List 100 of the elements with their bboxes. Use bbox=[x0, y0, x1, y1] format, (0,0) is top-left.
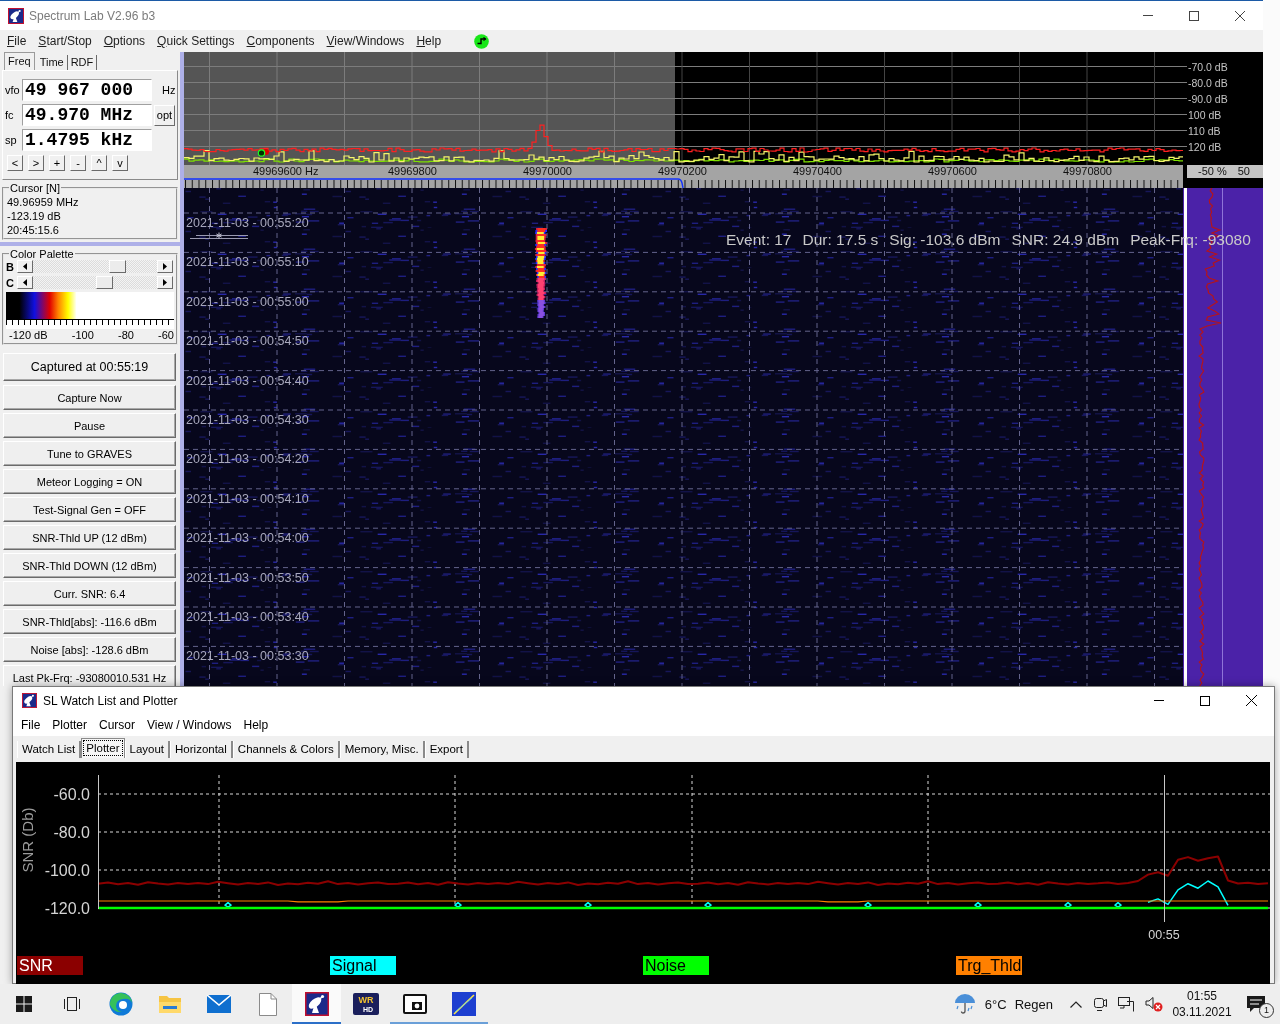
slider-thumb[interactable] bbox=[108, 260, 126, 273]
group-title: Cursor [N] bbox=[9, 182, 62, 194]
cursor-reading: 49.96959 MHz bbox=[6, 195, 80, 209]
event-info: Dur: 17.5 s bbox=[802, 231, 879, 249]
cursor-reading: -123.19 dB bbox=[6, 209, 62, 223]
action-button[interactable]: Test-Signal Gen = OFF bbox=[3, 497, 176, 522]
action-button[interactable]: Meteor Logging = ON bbox=[3, 469, 176, 494]
tab[interactable]: Layout bbox=[124, 741, 171, 758]
level-axis-label: 100 dB bbox=[1188, 108, 1222, 121]
menu-item[interactable]: View / Windows bbox=[141, 718, 238, 732]
tab[interactable]: Memory, Misc. bbox=[339, 741, 425, 758]
frequency-field[interactable]: 1.4795 kHz bbox=[22, 129, 152, 151]
folder-icon bbox=[157, 993, 182, 1015]
step-button[interactable]: - bbox=[70, 155, 86, 171]
weather-condition: Regen bbox=[1014, 996, 1053, 1012]
step-button[interactable]: v bbox=[112, 155, 128, 171]
axis-tick-label: -80.0 bbox=[53, 824, 90, 841]
tab[interactable]: Channels & Colors bbox=[232, 741, 340, 758]
action-button[interactable]: Last Pk-Frq: -93080010.531 Hz bbox=[3, 665, 176, 686]
menu-item[interactable]: Help bbox=[410, 34, 448, 48]
scale-label: -50 % bbox=[1198, 165, 1227, 178]
umbrella-icon[interactable] bbox=[953, 993, 976, 1015]
scale-label: 50 bbox=[1237, 165, 1250, 178]
level-axis-label: 110 dB bbox=[1188, 124, 1221, 137]
time-label: 00:55 bbox=[1148, 928, 1180, 942]
camera-icon bbox=[402, 994, 427, 1014]
unit-label: Hz bbox=[162, 84, 176, 96]
frequency-field[interactable]: 49.970 MHz bbox=[22, 104, 152, 126]
scroll-left-button[interactable] bbox=[17, 260, 33, 273]
scale-label: -60 bbox=[158, 329, 174, 341]
action-button[interactable]: Capture Now bbox=[3, 385, 176, 410]
timestamp-label: 2021-11-03 - 00:55:20 bbox=[186, 216, 309, 230]
step-button[interactable]: ^ bbox=[91, 155, 107, 171]
timestamp-label: 2021-11-03 - 00:54:00 bbox=[186, 531, 309, 546]
axis-tick-label: -120.0 bbox=[44, 900, 90, 917]
scale-label: -80 bbox=[117, 329, 134, 341]
axis-title: SNR (Db) bbox=[19, 807, 36, 873]
minimize-icon bbox=[1143, 15, 1153, 16]
tab[interactable]: Plotter bbox=[81, 738, 125, 758]
action-button[interactable]: Tune to GRAVES bbox=[3, 441, 176, 466]
status-icon[interactable] bbox=[474, 33, 490, 49]
slider-thumb[interactable] bbox=[96, 276, 114, 289]
frequency-field[interactable]: 49 967 000 bbox=[22, 79, 152, 101]
menu-item[interactable]: Plotter bbox=[46, 718, 94, 732]
step-button[interactable]: + bbox=[49, 155, 65, 171]
field-label: fc bbox=[5, 109, 15, 121]
event-info: Sig: -103.6 dBm bbox=[889, 231, 1001, 249]
event-marker-icon bbox=[190, 232, 248, 241]
left-arrow-icon bbox=[23, 279, 27, 286]
chevron-up-icon[interactable] bbox=[1070, 1000, 1082, 1008]
right-arrow-icon bbox=[163, 279, 167, 286]
slider-label: B bbox=[6, 260, 15, 273]
panel-tab[interactable]: Freq bbox=[4, 52, 35, 70]
panel-tab[interactable]: Time bbox=[36, 55, 68, 70]
tab[interactable]: Export bbox=[424, 741, 469, 758]
scroll-right-button[interactable] bbox=[157, 276, 173, 289]
panel-tab[interactable]: RDF bbox=[67, 55, 98, 70]
cursor-reading: 20:45:15.6 bbox=[6, 223, 60, 237]
field-label: sp bbox=[5, 134, 18, 146]
action-button[interactable]: Captured at 00:55:19 bbox=[3, 353, 176, 381]
frequency-label: 49969600 Hz bbox=[253, 165, 319, 178]
video-camera-icon[interactable] bbox=[1093, 996, 1107, 1012]
menu-item[interactable]: Quick Settings bbox=[151, 34, 241, 48]
menu-item[interactable]: View/Windows bbox=[320, 34, 411, 48]
scroll-left-button[interactable] bbox=[17, 276, 33, 289]
step-button[interactable]: > bbox=[28, 155, 44, 171]
speaker-muted-icon[interactable] bbox=[1145, 996, 1163, 1012]
satellite-dish-icon bbox=[8, 7, 24, 24]
network-icon[interactable] bbox=[1118, 996, 1134, 1012]
action-button[interactable]: SNR-Thld[abs]: -116.6 dBm bbox=[3, 609, 176, 634]
frequency-label: 49970800 bbox=[1063, 165, 1112, 178]
action-button[interactable]: Noise [abs]: -128.6 dBm bbox=[3, 637, 176, 662]
satellite-dish-icon bbox=[22, 693, 37, 708]
step-button[interactable]: < bbox=[7, 155, 23, 171]
scale-label: -100 bbox=[71, 329, 94, 341]
action-button[interactable]: SNR-Thld DOWN (12 dBm) bbox=[3, 553, 176, 578]
options-button[interactable]: opt bbox=[154, 104, 175, 126]
menu-item[interactable]: Start/Stop bbox=[32, 34, 98, 48]
envelope-icon bbox=[206, 995, 231, 1013]
menu-item[interactable]: Options bbox=[97, 34, 152, 48]
timestamp-label: 2021-11-03 - 00:55:10 bbox=[186, 255, 309, 270]
action-button[interactable]: Curr. SNR: 6.4 bbox=[3, 581, 176, 606]
clock-date[interactable]: 03.11.2021 bbox=[1172, 1004, 1232, 1020]
temperature: 6°C bbox=[984, 996, 1007, 1012]
clock-time[interactable]: 01:55 bbox=[1187, 988, 1217, 1004]
frequency-label: 49970000 bbox=[523, 165, 572, 178]
frequency-label: 49970200 bbox=[658, 165, 707, 178]
menu-item[interactable]: Cursor bbox=[93, 718, 142, 732]
menu-item[interactable]: Components bbox=[240, 34, 321, 48]
menu-item[interactable]: File bbox=[15, 718, 47, 732]
scroll-right-button[interactable] bbox=[157, 260, 173, 273]
taskbar-app-button[interactable] bbox=[292, 984, 341, 1024]
close-icon bbox=[1245, 695, 1257, 706]
maximize-icon bbox=[1189, 10, 1199, 21]
action-button[interactable]: Pause bbox=[3, 413, 176, 438]
menu-item[interactable]: File bbox=[1, 34, 33, 48]
menu-item[interactable]: Help bbox=[237, 718, 275, 732]
document-icon bbox=[258, 992, 277, 1016]
tab[interactable]: Horizontal bbox=[170, 741, 233, 758]
action-button[interactable]: SNR-Thld UP (12 dBm) bbox=[3, 525, 176, 550]
